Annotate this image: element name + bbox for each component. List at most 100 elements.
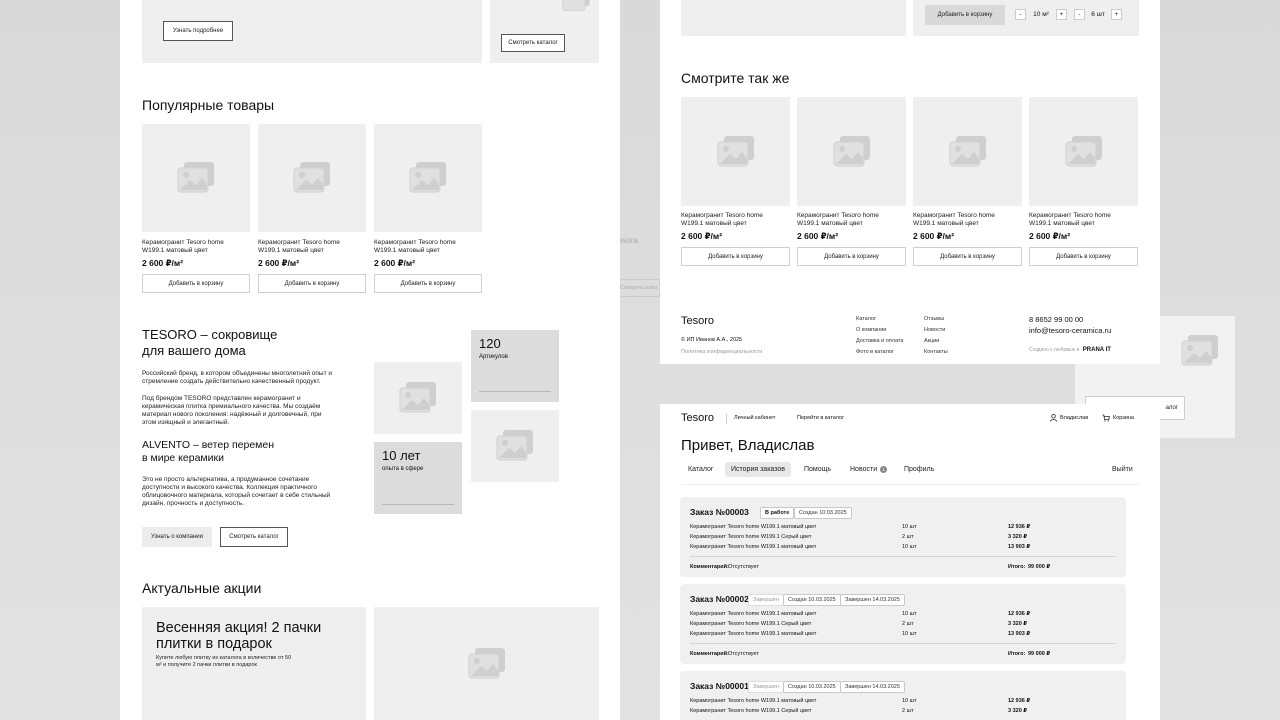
total-label: Итого:: [1008, 564, 1026, 570]
add-to-cart-button[interactable]: Добавить в корзину: [258, 274, 366, 293]
add-to-cart-button[interactable]: Добавить в корзину: [681, 247, 790, 266]
order-card[interactable]: Заказ №00001 Завершен Создан 10.03.2025 …: [680, 671, 1126, 720]
footer-email[interactable]: info@tesoro-ceramica.ru: [1029, 326, 1111, 335]
image-icon: [177, 162, 214, 193]
order-created-badge: Создан 10.03.2025: [783, 681, 841, 693]
banner-catalog-button[interactable]: Смотреть каталог: [501, 34, 565, 52]
user-name: Владислав: [1060, 415, 1089, 421]
about-title: TESORO – сокровище для вашего дома: [142, 327, 278, 358]
footer-link-photo[interactable]: Фото в каталог: [856, 349, 894, 355]
qty-stepper-pcs[interactable]: - 6 шт +: [1074, 9, 1122, 20]
footer-link-reviews[interactable]: Отзывы: [924, 316, 944, 322]
order-item-sum: 12 936 ₽: [1008, 611, 1031, 617]
product-name: Керамогранит Tesoro home W199.1 матовый …: [142, 239, 224, 254]
image-icon: [562, 0, 590, 11]
product-name: Керамогранит Tesoro home W199.1 матовый …: [913, 212, 995, 227]
product-image: [1029, 97, 1138, 206]
footer-link-news[interactable]: Новости: [924, 327, 945, 333]
order-item-qty: 10 шт: [902, 631, 917, 637]
minus-button[interactable]: -: [1074, 9, 1085, 20]
image-icon: [399, 382, 436, 413]
order-item-sum: 13 903 ₽: [1008, 544, 1031, 550]
order-finished-badge: Завершен 14.03.2025: [840, 594, 905, 606]
add-to-cart-button[interactable]: Добавить в корзину: [925, 5, 1005, 25]
about-paragraph-2: Под брендом TESORO представлен керамогра…: [142, 395, 322, 426]
footer-link-delivery[interactable]: Доставка и оплата: [856, 338, 903, 344]
order-item-name: Керамогранит Tesoro home W199.1 Серый цв…: [690, 621, 812, 627]
add-to-cart-button[interactable]: Добавить в корзину: [142, 274, 250, 293]
order-item-qty: 10 шт: [902, 611, 917, 617]
footer-logo[interactable]: Tesoro: [681, 315, 714, 327]
product-price: 2 600 ₽/м²: [258, 258, 300, 268]
made-by-text: Создано с любовью в: [1029, 347, 1080, 353]
add-to-cart-button[interactable]: Добавить в корзину: [1029, 247, 1138, 266]
footer-phone[interactable]: 8 8652 99 00 00: [1029, 315, 1083, 324]
tab-news[interactable]: Новости 1: [844, 462, 893, 477]
user-menu[interactable]: Владислав: [1050, 414, 1088, 422]
footer-link-contacts[interactable]: Контакты: [924, 349, 948, 355]
about-image: [471, 410, 559, 482]
cart-link[interactable]: Корзина: [1102, 414, 1134, 422]
learn-more-button[interactable]: Узнать подробнее: [163, 21, 233, 41]
tab-help[interactable]: Помощь: [798, 462, 837, 477]
plus-button[interactable]: +: [1056, 9, 1067, 20]
order-item-row: Керамогранит Tesoro home W199.1 матовый …: [690, 611, 1116, 621]
qty-value: 6 шт: [1091, 11, 1105, 18]
order-divider: [690, 556, 1116, 557]
order-item-name: Керамогранит Tesoro home W199.1 Серый цв…: [690, 708, 812, 714]
footer-link-about[interactable]: О компании: [856, 327, 886, 333]
stat-progress: [479, 391, 551, 392]
order-status-badge: В работе: [760, 507, 795, 519]
promo-section-title: Актуальные акции: [142, 580, 262, 596]
background-logo-fragment: esora: [618, 236, 639, 245]
promo-text: Купите любую плитку из каталога в количе…: [156, 655, 292, 668]
image-icon: [949, 135, 986, 166]
logout-button[interactable]: Выйти: [1106, 462, 1139, 477]
order-status-badge: Завершен: [748, 594, 784, 606]
header-logo[interactable]: Tesoro: [681, 412, 714, 424]
add-to-cart-button[interactable]: Добавить в корзину: [797, 247, 906, 266]
product-name: Керамогранит Tesoro home W199.1 матовый …: [1029, 212, 1111, 227]
minus-button[interactable]: -: [1015, 9, 1026, 20]
tab-catalog[interactable]: Каталог: [682, 462, 719, 477]
promo-card[interactable]: Весенняя акция! 2 пачки плитки в подарок…: [142, 607, 366, 720]
catalog-banner: [490, 0, 599, 63]
cabinet-page-artboard: Tesoro Личный кабинет Перейти в каталог …: [660, 404, 1160, 720]
promo-headline: Весенняя акция! 2 пачки плитки в подарок: [156, 620, 322, 652]
tab-order-history[interactable]: История заказов: [725, 462, 791, 477]
product-page-artboard: Добавить в корзину - 10 м² + - 6 шт + См…: [660, 0, 1160, 364]
news-count-badge: 1: [880, 466, 888, 473]
add-to-cart-button[interactable]: Добавить в корзину: [374, 274, 482, 293]
product-image: [797, 97, 906, 206]
order-item-name: Керамогранит Tesoro home W199.1 матовый …: [690, 698, 817, 704]
comment-value: Отсутствует: [728, 651, 759, 657]
order-item-row: Керамогранит Tesoro home W199.1 Серый цв…: [690, 621, 1116, 631]
order-item-qty: 10 шт: [902, 698, 917, 704]
order-card[interactable]: Заказ №00002 Завершен Создан 10.03.2025 …: [680, 584, 1126, 664]
footer-privacy-link[interactable]: Политика конфиденциальности: [681, 349, 762, 355]
order-item-row: Керамогранит Tesoro home W199.1 матовый …: [690, 698, 1116, 708]
home-page-artboard: Узнать подробнее Смотреть каталог Популя…: [120, 0, 620, 720]
footer-link-promos[interactable]: Акции: [924, 338, 939, 344]
footer-link-catalog[interactable]: Каталог: [856, 316, 876, 322]
order-created-badge: Создан 10.03.2025: [783, 594, 841, 606]
tab-profile[interactable]: Профиль: [898, 462, 940, 477]
plus-button[interactable]: +: [1111, 9, 1122, 20]
order-item-row: Керамогранит Tesoro home W199.1 матовый …: [690, 544, 1116, 554]
about-catalog-button[interactable]: Смотреть каталог: [220, 527, 288, 547]
product-price: 2 600 ₽/м²: [142, 258, 184, 268]
order-item-sum: 12 936 ₽: [1008, 524, 1031, 530]
qty-stepper-m2[interactable]: - 10 м² +: [1015, 9, 1067, 20]
order-item-name: Керамогранит Tesoro home W199.1 матовый …: [690, 611, 817, 617]
nav-catalog[interactable]: Перейти в каталог: [797, 415, 844, 421]
order-item-name: Керамогранит Tesoro home W199.1 матовый …: [690, 631, 817, 637]
order-item-qty: 2 шт: [902, 708, 914, 714]
order-item-sum: 12 936 ₽: [1008, 698, 1031, 704]
nav-cabinet[interactable]: Личный кабинет: [734, 415, 775, 421]
add-to-cart-button[interactable]: Добавить в корзину: [913, 247, 1022, 266]
alvento-title: ALVENTO – ветер перемен в мире керамики: [142, 439, 275, 464]
made-by-brand[interactable]: PRANA IT: [1083, 347, 1111, 353]
about-company-button[interactable]: Узнать о компании: [142, 527, 212, 547]
order-card[interactable]: Заказ №00003 В работе Создан 10.03.2025 …: [680, 497, 1126, 577]
product-name: Керамогранит Tesoro home W199.1 матовый …: [681, 212, 763, 227]
